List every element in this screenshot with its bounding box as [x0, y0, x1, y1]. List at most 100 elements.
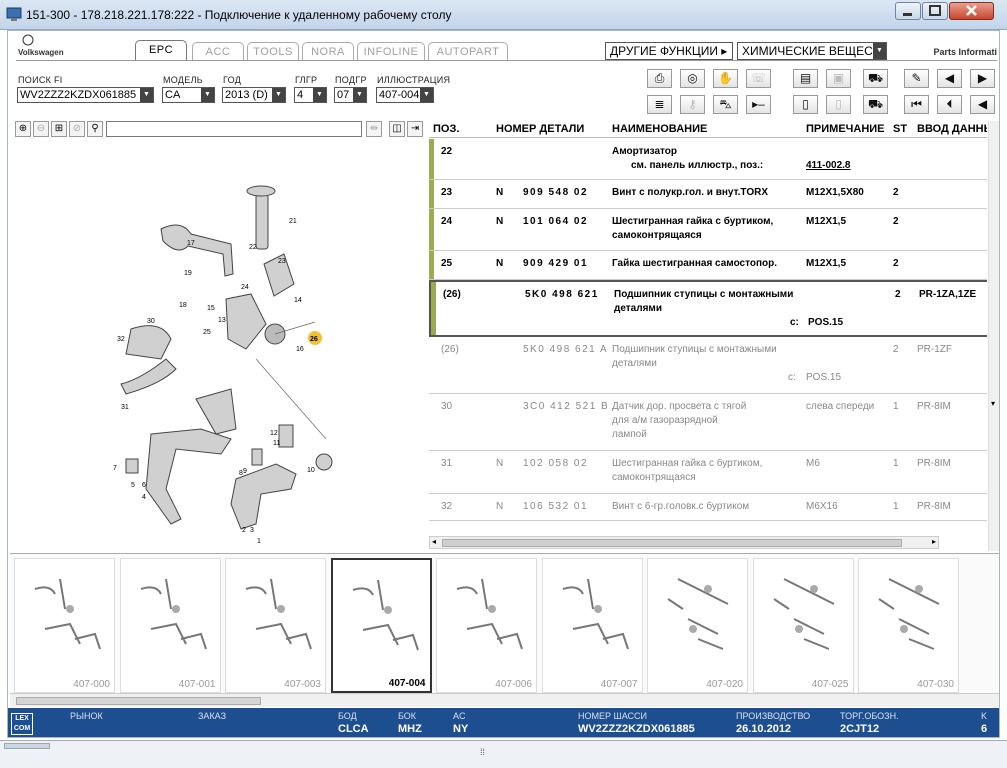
thumbnail-item[interactable]: 407-030 — [858, 558, 959, 693]
callout-4[interactable]: 4 — [142, 494, 146, 501]
thumbnail-item[interactable]: 407-000 — [14, 558, 115, 693]
callout-15[interactable]: 15 — [207, 305, 215, 312]
tablet-icon[interactable]: ▯ — [826, 95, 851, 114]
key-icon[interactable]: ⚷ — [680, 95, 705, 114]
elsa-icon[interactable]: ▤ — [793, 69, 818, 88]
thumbnail-scrollbar[interactable] — [10, 693, 999, 707]
callout-3[interactable]: 3 — [250, 527, 254, 534]
thumbnail-item[interactable]: 407-004 — [330, 558, 432, 693]
chat-icon[interactable]: ☏ — [746, 69, 771, 88]
callout-25[interactable]: 25 — [203, 329, 211, 336]
minimize-button[interactable] — [895, 2, 921, 20]
table-row[interactable]: 31 N 102 058 02 Шестигранная гайка с буртик… — [429, 451, 987, 494]
callout-1[interactable]: 1 — [257, 538, 261, 545]
close-button[interactable] — [949, 2, 994, 20]
tab-autopart[interactable]: AUTOPART — [428, 42, 508, 61]
print-icon[interactable]: ⎙ — [647, 69, 672, 88]
callout-21[interactable]: 21 — [289, 218, 297, 225]
tab-tools[interactable]: TOOLS — [247, 42, 299, 61]
search-icon[interactable]: ⚲ — [87, 121, 103, 137]
remote-desktop-scrollbar[interactable]: ⁞⁞ — [0, 740, 1007, 768]
callout-18[interactable]: 18 — [179, 302, 187, 309]
callout-8[interactable]: 8 — [239, 470, 243, 477]
zoom-reset-icon[interactable]: ⊘ — [69, 121, 85, 137]
table-horizontal-scrollbar[interactable]: ◂ ▸ — [429, 536, 939, 549]
table-vertical-scrollbar[interactable]: ▾ — [988, 121, 999, 551]
car-icon[interactable]: ⛍ — [713, 95, 738, 114]
cart-add-icon[interactable]: ⛟ — [863, 69, 888, 88]
disc-icon[interactable]: ◎ — [680, 69, 705, 88]
callout-5[interactable]: 5 — [131, 482, 135, 489]
illustration-select[interactable]: 407-004 ▼ — [376, 87, 434, 103]
table-row[interactable]: 22 Амортизатор см. панель иллюстр., поз.: 4… — [429, 139, 987, 180]
arrow-minus-icon[interactable]: ▸– — [746, 95, 771, 114]
col-note[interactable]: ПРИМЕЧАНИЕ — [806, 123, 885, 135]
callout-9[interactable]: 9 — [243, 468, 247, 475]
arrow-right-icon[interactable]: ⇥ — [407, 121, 423, 137]
callout-24[interactable]: 24 — [241, 284, 249, 291]
callout-30[interactable]: 30 — [147, 318, 155, 325]
previous-icon[interactable]: ◀ — [970, 95, 995, 114]
other-functions-menu[interactable]: ДРУГИЕ ФУНКЦИИ ▸ — [605, 42, 733, 60]
col-part-number[interactable]: НОМЕР ДЕТАЛИ — [496, 123, 584, 135]
col-name[interactable]: НАИМЕНОВАНИЕ — [612, 123, 707, 135]
callout-26[interactable]: 26 — [310, 336, 318, 343]
thumbnail-item[interactable]: 407-001 — [119, 558, 221, 693]
tab-epc[interactable]: EPC — [135, 40, 187, 61]
zoom-in-icon[interactable]: ⊕ — [15, 121, 31, 137]
col-data[interactable]: ВВОД ДАННЫ — [917, 123, 987, 135]
vin-select[interactable]: WV2ZZZ2KZDX061885 ▼ — [17, 87, 154, 103]
okpot-icon[interactable]: ▣ — [826, 69, 851, 88]
callout-2[interactable]: 2 — [242, 527, 246, 534]
scroll-down-icon[interactable]: ▾ — [991, 399, 995, 408]
tab-nora[interactable]: NORA — [302, 42, 354, 61]
cart-icon[interactable]: ⛟ — [863, 95, 888, 114]
zoom-area-icon[interactable]: ⊞ — [51, 121, 67, 137]
thumbnail-item[interactable]: 407-007 — [541, 558, 643, 693]
scroll-right-icon[interactable]: ▸ — [932, 537, 936, 546]
panel-icon[interactable]: ◫ — [389, 121, 405, 137]
scroll-thumb[interactable] — [442, 539, 902, 547]
callout-6[interactable]: 6 — [142, 482, 146, 489]
list-icon[interactable]: ≣ — [647, 95, 672, 114]
col-st[interactable]: ST — [893, 123, 907, 135]
tab-acc[interactable]: ACC — [192, 42, 244, 61]
callout-11[interactable]: 11 — [273, 440, 280, 447]
table-row[interactable]: 24 N 101 064 02 Шестигранная гайка с буртик… — [429, 209, 987, 251]
main-group-select[interactable]: 4 ▼ — [294, 87, 327, 103]
maximize-button[interactable] — [922, 2, 948, 20]
callout-22[interactable]: 22 — [249, 244, 257, 251]
table-row[interactable]: 23 N 909 548 02 Винт с полукр.гол. и внут.T… — [429, 180, 987, 209]
thumbnail-item[interactable]: 407-025 — [752, 558, 854, 693]
callout-32[interactable]: 32 — [117, 336, 125, 343]
table-row[interactable]: 25 N 909 429 01 Гайка шестигранная самостоп… — [429, 251, 987, 280]
scroll-left-icon[interactable]: ◂ — [432, 537, 436, 546]
year-select[interactable]: 2013 (D) ▼ — [222, 87, 286, 103]
parts-illustration[interactable]: 21 17 22 23 24 14 19 18 15 13 25 26 16 3… — [11, 139, 427, 549]
table-row[interactable]: 30 3C0 412 521 B Датчик дор. просвета с тя… — [429, 394, 987, 451]
handshake-icon[interactable]: ✋ — [713, 69, 738, 88]
previous-page-icon[interactable]: ⏴ — [937, 95, 962, 114]
callout-17[interactable]: 17 — [187, 240, 195, 247]
thumbnail-item[interactable]: 407-006 — [436, 558, 537, 693]
model-select[interactable]: CA ▼ — [162, 87, 215, 103]
col-pos[interactable]: ПОЗ. — [433, 123, 459, 135]
callout-13[interactable]: 13 — [218, 317, 226, 324]
first-page-icon[interactable]: ⏮ — [904, 95, 929, 114]
document-next-icon[interactable]: ▶ — [970, 69, 995, 88]
callout-12[interactable]: 12 — [270, 430, 278, 437]
sub-group-select[interactable]: 07 ▼ — [334, 87, 367, 103]
callout-31[interactable]: 31 — [121, 404, 129, 411]
table-row[interactable]: 32 N 106 532 01 Винт с 6-гр.головк.с буртик… — [429, 494, 987, 521]
scroll-thumb[interactable] — [4, 743, 50, 749]
illustration-search-input[interactable] — [106, 121, 362, 137]
callout-7[interactable]: 7 — [113, 465, 117, 472]
callout-23[interactable]: 23 — [278, 258, 286, 265]
thumbnail-item[interactable]: 407-020 — [647, 558, 748, 693]
pin-icon[interactable]: ✎ — [904, 69, 929, 88]
split-icon[interactable]: ⇹ — [366, 121, 382, 137]
thumbnail-item[interactable]: 407-003 — [225, 558, 326, 693]
document-back-icon[interactable]: ◀ — [937, 69, 962, 88]
callout-14[interactable]: 14 — [294, 297, 302, 304]
table-row[interactable]: (26) 5K0 498 621 A Подшипник ступицы с мон… — [429, 337, 987, 394]
